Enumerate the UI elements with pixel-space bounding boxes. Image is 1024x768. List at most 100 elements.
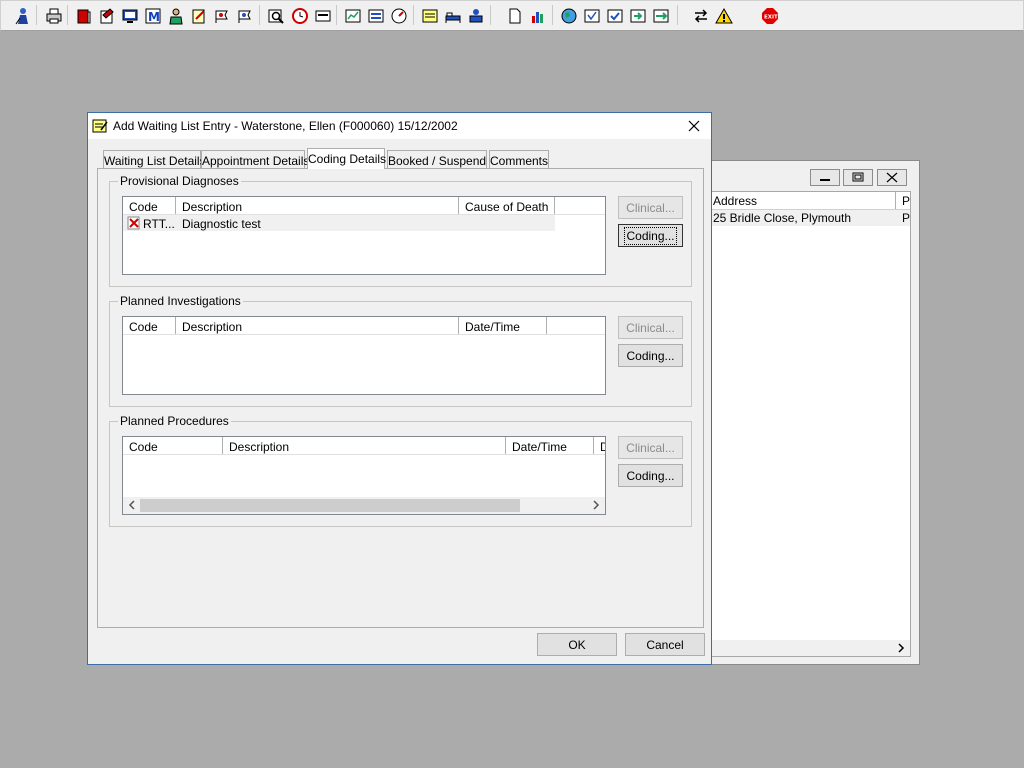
- scrollbar-thumb[interactable]: [140, 499, 520, 512]
- provisional-diagnoses-label: Provisional Diagnoses: [118, 174, 241, 188]
- printer-icon[interactable]: [43, 5, 63, 25]
- tab-label: Appointment Details: [202, 154, 310, 168]
- toolbar-separator: [677, 5, 678, 25]
- minimize-icon: [820, 179, 830, 181]
- patient-icon[interactable]: [465, 5, 485, 25]
- tab-label: Coding Details: [308, 152, 387, 166]
- column-description[interactable]: Description: [223, 437, 506, 454]
- flag2-icon[interactable]: [234, 5, 254, 25]
- scroll-right-icon[interactable]: [591, 500, 601, 510]
- bed-icon[interactable]: [442, 5, 462, 25]
- table-row[interactable]: RTT... Diagnostic test: [123, 215, 555, 231]
- restore-button[interactable]: [843, 169, 873, 186]
- scroll-left-icon[interactable]: [127, 500, 137, 510]
- tab-booked-suspend[interactable]: Booked / Suspend: [387, 150, 487, 168]
- flag-icon[interactable]: [211, 5, 231, 25]
- close-button[interactable]: [877, 169, 907, 186]
- row-address: 25 Bridle Close, Plymouth: [713, 211, 852, 225]
- add-waiting-list-dialog: Add Waiting List Entry - Waterstone, Ell…: [87, 112, 712, 665]
- note-icon[interactable]: [419, 5, 439, 25]
- warning-icon[interactable]: [713, 5, 733, 25]
- list-item[interactable]: 25 Bridle Close, Plymouth P: [710, 210, 910, 226]
- exit-icon[interactable]: EXIT: [759, 5, 779, 25]
- procedures-coding-button[interactable]: Coding...: [618, 464, 683, 487]
- doctor-icon[interactable]: [165, 5, 185, 25]
- dial-icon[interactable]: [388, 5, 408, 25]
- tab-label: Booked / Suspend: [388, 154, 487, 168]
- horizontal-scrollbar[interactable]: [123, 497, 605, 514]
- green-form-icon[interactable]: [650, 5, 670, 25]
- chart-icon[interactable]: [342, 5, 362, 25]
- edit-icon[interactable]: [188, 5, 208, 25]
- main-toolbar: M EXIT: [0, 0, 1024, 31]
- minimize-button[interactable]: [810, 169, 840, 186]
- clock-icon[interactable]: [289, 5, 309, 25]
- column-date-time[interactable]: Date/Time: [506, 437, 594, 454]
- planned-procedures-label: Planned Procedures: [118, 414, 231, 428]
- list-icon[interactable]: [365, 5, 385, 25]
- dialog-titlebar[interactable]: Add Waiting List Entry - Waterstone, Ell…: [88, 113, 711, 139]
- provisional-diagnoses-group: Provisional Diagnoses Code Description C…: [109, 174, 692, 287]
- arrow-form-icon[interactable]: [627, 5, 647, 25]
- column-code[interactable]: Code: [123, 437, 223, 454]
- planned-investigations-group: Planned Investigations Code Description …: [109, 294, 692, 407]
- notepad-icon: [92, 119, 108, 133]
- close-icon: [688, 120, 700, 132]
- provisional-coding-button[interactable]: Coding...: [618, 224, 683, 247]
- search-icon[interactable]: [265, 5, 285, 25]
- svg-text:M: M: [148, 10, 160, 24]
- exit-icon-label: EXIT: [764, 15, 778, 21]
- tab-label: Comments: [490, 154, 549, 168]
- person-icon[interactable]: [12, 5, 32, 25]
- transfer-icon[interactable]: [690, 5, 710, 25]
- screen-icon[interactable]: [119, 5, 139, 25]
- procedures-clinical-button[interactable]: Clinical...: [618, 436, 683, 459]
- provisional-diagnoses-list[interactable]: Code Description Cause of Death RTT... D…: [122, 196, 606, 275]
- list-header: Code Description Date/Time: [123, 317, 605, 335]
- check-form-icon[interactable]: [604, 5, 624, 25]
- provisional-clinical-button[interactable]: Clinical...: [618, 196, 683, 219]
- column-description[interactable]: Description: [176, 317, 459, 334]
- column-p[interactable]: P: [902, 194, 910, 208]
- column-code[interactable]: Code: [123, 317, 176, 334]
- investigations-coding-button[interactable]: Coding...: [618, 344, 683, 367]
- column-code[interactable]: Code: [123, 197, 176, 214]
- list-header: Address P: [710, 192, 910, 210]
- patient-list[interactable]: Address P 25 Bridle Close, Plymouth P: [709, 191, 911, 657]
- tab-appointment-details[interactable]: Appointment Details: [201, 150, 309, 168]
- m-icon[interactable]: M: [142, 5, 162, 25]
- globe-icon[interactable]: [558, 5, 578, 25]
- notes-icon[interactable]: [96, 5, 116, 25]
- horizontal-scrollbar[interactable]: [710, 640, 910, 656]
- column-description[interactable]: Description: [176, 197, 459, 214]
- form-icon[interactable]: [581, 5, 601, 25]
- planned-procedures-list[interactable]: Code Description Date/Time D: [122, 436, 606, 515]
- bar-chart-icon[interactable]: [527, 5, 547, 25]
- planned-investigations-list[interactable]: Code Description Date/Time: [122, 316, 606, 395]
- tab-label: Waiting List Details: [104, 154, 206, 168]
- close-icon: [886, 172, 898, 183]
- investigations-clinical-button[interactable]: Clinical...: [618, 316, 683, 339]
- column-address[interactable]: Address: [713, 194, 757, 208]
- toolbar-separator: [67, 5, 68, 25]
- dialog-title: Add Waiting List Entry - Waterstone, Ell…: [113, 119, 458, 133]
- scroll-right-icon[interactable]: [896, 643, 906, 653]
- row-p: P: [902, 211, 911, 225]
- dialog-close-button[interactable]: [685, 117, 703, 135]
- cancel-button[interactable]: Cancel: [625, 633, 705, 656]
- tab-comments[interactable]: Comments: [489, 150, 549, 168]
- tab-waiting-list-details[interactable]: Waiting List Details: [103, 150, 206, 168]
- tab-coding-details[interactable]: Coding Details: [307, 148, 387, 169]
- row-description: Diagnostic test: [182, 217, 261, 231]
- toolbar-separator: [36, 5, 37, 25]
- document-icon[interactable]: [504, 5, 524, 25]
- column-d[interactable]: D: [594, 437, 605, 454]
- ok-button[interactable]: OK: [537, 633, 617, 656]
- toolbar-separator: [336, 5, 337, 25]
- column-cause-of-death[interactable]: Cause of Death: [459, 197, 555, 214]
- book-icon[interactable]: [73, 5, 93, 25]
- column-date-time[interactable]: Date/Time: [459, 317, 547, 334]
- card-icon[interactable]: [312, 5, 332, 25]
- restore-icon: [852, 172, 864, 182]
- planned-procedures-group: Planned Procedures Code Description Date…: [109, 414, 692, 527]
